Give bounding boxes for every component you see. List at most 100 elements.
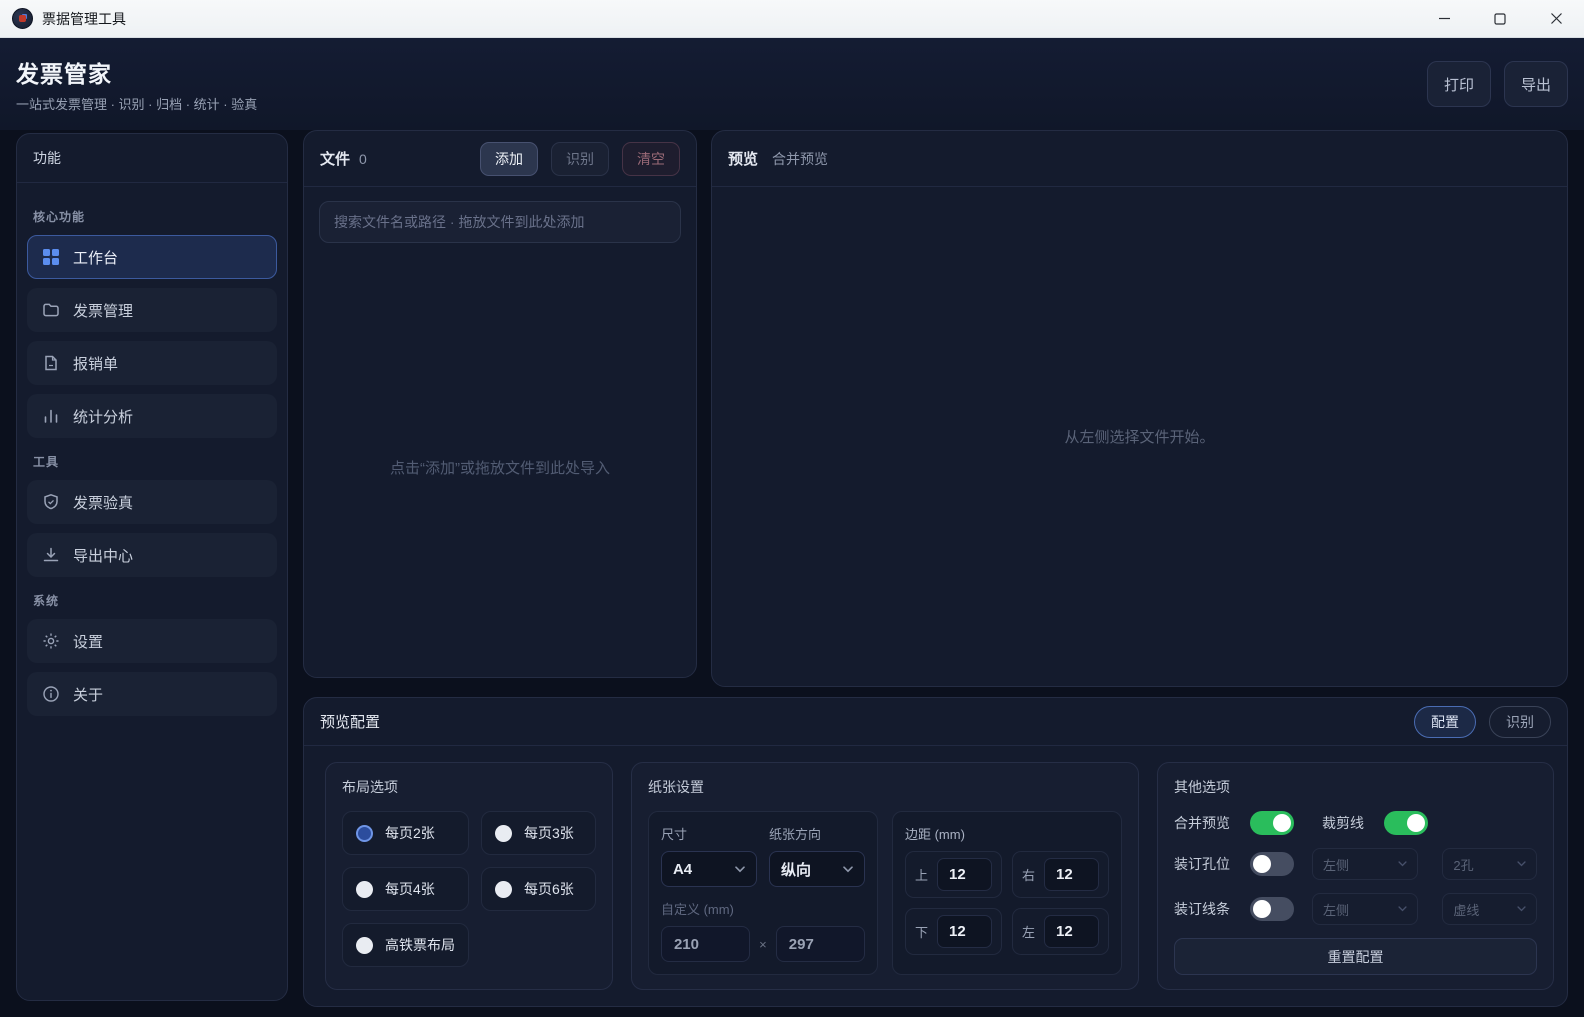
chevron-down-icon	[735, 866, 745, 873]
app-logo-icon	[12, 8, 33, 29]
radio-icon	[495, 881, 512, 898]
merge-preview-label: 合并预览	[1174, 813, 1250, 833]
recognize-tab-button[interactable]: 识别	[1489, 706, 1551, 738]
layout-option-train-ticket[interactable]: 高铁票布局	[342, 923, 469, 967]
sidebar-item-label: 发票管理	[73, 300, 133, 321]
sidebar: 功能 核心功能 工作台 发票管理 报销单 统计分析 工具	[16, 133, 288, 1001]
grid-icon	[42, 248, 60, 266]
file-panel: 文件 0 添加 识别 清空 点击“添加”或拖放文件到此处导入	[303, 130, 697, 678]
layout-option-2-per-page[interactable]: 每页2张	[342, 811, 469, 855]
paper-size-select[interactable]: A4	[661, 851, 757, 887]
margin-right-input[interactable]	[1044, 858, 1099, 891]
custom-width-input[interactable]	[661, 926, 750, 962]
sidebar-item-label: 发票验真	[73, 492, 133, 513]
crop-line-label: 裁剪线	[1322, 813, 1384, 833]
export-button[interactable]: 导出	[1504, 61, 1568, 107]
crop-line-toggle[interactable]	[1384, 811, 1428, 835]
binding-line-toggle[interactable]	[1250, 897, 1294, 921]
gear-icon	[42, 632, 60, 650]
minimize-icon[interactable]	[1416, 0, 1472, 37]
preview-panel: 预览 合并预览 从左侧选择文件开始。	[711, 130, 1568, 687]
info-icon	[42, 685, 60, 703]
layout-options-title: 布局选项	[342, 777, 596, 797]
binding-line-label: 装订线条	[1174, 899, 1250, 919]
binding-holes-side-select[interactable]: 左侧	[1312, 848, 1418, 880]
sidebar-item-settings[interactable]: 设置	[27, 619, 277, 663]
custom-height-input[interactable]	[776, 926, 865, 962]
binding-line-style-select[interactable]: 虚线	[1442, 893, 1537, 925]
window-controls	[1416, 0, 1584, 37]
folder-icon	[42, 301, 60, 319]
file-panel-title: 文件	[320, 148, 350, 169]
layout-option-3-per-page[interactable]: 每页3张	[481, 811, 596, 855]
preview-config-panel: 预览配置 配置 识别 布局选项 每页2张 每页3张 每页4张	[303, 697, 1568, 1007]
window-title: 票据管理工具	[42, 9, 126, 29]
sidebar-item-workbench[interactable]: 工作台	[27, 235, 277, 279]
page-title: 发票管家	[16, 55, 257, 89]
radio-icon	[495, 825, 512, 842]
sidebar-item-statistics[interactable]: 统计分析	[27, 394, 277, 438]
preview-panel-title: 预览	[728, 148, 758, 169]
add-files-button[interactable]: 添加	[480, 142, 538, 176]
print-button[interactable]: 打印	[1427, 61, 1491, 107]
sidebar-section-system: 系统	[33, 592, 271, 609]
file-count-badge: 0	[359, 151, 367, 167]
file-drop-zone[interactable]: 点击“添加”或拖放文件到此处导入	[304, 257, 696, 677]
sidebar-item-label: 工作台	[73, 247, 118, 268]
multiply-symbol: ×	[759, 937, 767, 952]
binding-holes-count-select[interactable]: 2孔	[1442, 848, 1537, 880]
file-search-input[interactable]	[319, 201, 681, 243]
layout-option-4-per-page[interactable]: 每页4张	[342, 867, 469, 911]
binding-line-side-select[interactable]: 左侧	[1312, 893, 1418, 925]
margin-left-input[interactable]	[1044, 915, 1099, 948]
download-icon	[42, 546, 60, 564]
sidebar-item-invoice-verify[interactable]: 发票验真	[27, 480, 277, 524]
radio-icon	[356, 881, 373, 898]
margin-bottom-input[interactable]	[937, 915, 992, 948]
maximize-icon[interactable]	[1472, 0, 1528, 37]
app-header: 发票管家 一站式发票管理 · 识别 · 归档 · 统计 · 验真 打印 导出	[0, 38, 1584, 130]
margin-bottom-field: 下	[905, 908, 1002, 955]
margins-subcard: 边距 (mm) 上 右 下	[892, 811, 1122, 975]
bar-chart-icon	[42, 407, 60, 425]
chevron-down-icon	[1398, 861, 1407, 867]
margin-right-field: 右	[1012, 851, 1109, 898]
chevron-down-icon	[1517, 906, 1526, 912]
sidebar-item-label: 报销单	[73, 353, 118, 374]
config-tab-button[interactable]: 配置	[1414, 706, 1476, 738]
layout-option-6-per-page[interactable]: 每页6张	[481, 867, 596, 911]
close-icon[interactable]	[1528, 0, 1584, 37]
paper-size-subcard: 尺寸 A4 纸张方向 纵向	[648, 811, 878, 975]
config-panel-title: 预览配置	[320, 711, 380, 732]
toggle-knob	[1253, 900, 1271, 918]
recognize-files-button[interactable]: 识别	[551, 142, 609, 176]
sidebar-item-invoice-management[interactable]: 发票管理	[27, 288, 277, 332]
toggle-knob	[1407, 814, 1425, 832]
binding-holes-toggle[interactable]	[1250, 852, 1294, 876]
chevron-down-icon	[1398, 906, 1407, 912]
merge-preview-toggle[interactable]	[1250, 811, 1294, 835]
chevron-down-icon	[843, 866, 853, 873]
file-empty-hint: 点击“添加”或拖放文件到此处导入	[390, 457, 610, 478]
size-label: 尺寸	[661, 824, 757, 843]
radio-selected-icon	[356, 825, 373, 842]
reset-config-button[interactable]: 重置配置	[1174, 938, 1537, 975]
chevron-down-icon	[1517, 861, 1526, 867]
paper-orientation-select[interactable]: 纵向	[769, 851, 865, 887]
margin-top-input[interactable]	[937, 858, 992, 891]
document-icon	[42, 354, 60, 372]
clear-files-button[interactable]: 清空	[622, 142, 680, 176]
sidebar-item-about[interactable]: 关于	[27, 672, 277, 716]
title-bar: 票据管理工具	[0, 0, 1584, 38]
preview-mode-label: 合并预览	[772, 149, 828, 169]
sidebar-item-export-center[interactable]: 导出中心	[27, 533, 277, 577]
sidebar-item-label: 统计分析	[73, 406, 133, 427]
margin-left-field: 左	[1012, 908, 1109, 955]
sidebar-item-reimbursement[interactable]: 报销单	[27, 341, 277, 385]
preview-empty-area: 从左侧选择文件开始。	[712, 187, 1567, 686]
margin-top-field: 上	[905, 851, 1002, 898]
margins-title: 边距 (mm)	[905, 824, 1109, 843]
sidebar-item-label: 设置	[73, 631, 103, 652]
sidebar-item-label: 导出中心	[73, 545, 133, 566]
sidebar-item-label: 关于	[73, 684, 103, 705]
